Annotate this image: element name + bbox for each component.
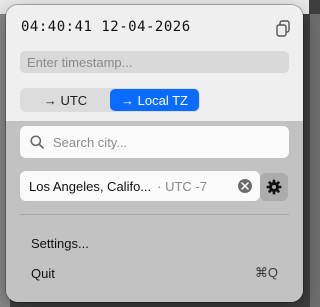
quit-menu-item[interactable]: Quit ⌘Q <box>20 262 289 284</box>
selected-city-field[interactable]: Los Angeles, Califo... · UTC -7 <box>20 171 260 201</box>
current-time-display: 04:40:41 12-04-2026 <box>21 19 191 35</box>
timestamp-input[interactable] <box>20 51 289 73</box>
settings-label: Settings... <box>31 235 89 251</box>
quit-label: Quit <box>31 265 55 281</box>
menu-header-section: 04:40:41 12-04-2026 → UTC → Local TZ <box>6 5 303 121</box>
city-utc-offset: · UTC -7 <box>157 178 207 194</box>
menu-divider <box>20 214 289 215</box>
mode-local-tz-button[interactable]: → Local TZ <box>110 89 199 111</box>
search-icon <box>30 135 44 149</box>
background-window-right <box>310 14 320 307</box>
city-settings-button[interactable] <box>260 173 288 201</box>
search-input[interactable] <box>51 133 285 151</box>
mode-utc-button[interactable]: → UTC <box>21 89 110 111</box>
copy-button[interactable] <box>274 19 292 39</box>
copy-icon <box>276 20 290 37</box>
quit-shortcut: ⌘Q <box>254 265 278 280</box>
conversion-mode-toggle: → UTC → Local TZ <box>20 88 200 112</box>
clear-city-button[interactable] <box>238 179 252 193</box>
clear-icon <box>241 182 249 190</box>
city-search-box[interactable] <box>20 126 289 158</box>
timezone-menu-popover: 04:40:41 12-04-2026 → UTC → Local TZ Los… <box>6 5 303 302</box>
settings-menu-item[interactable]: Settings... <box>20 232 289 254</box>
gear-icon <box>266 179 282 195</box>
city-name: Los Angeles, Califo... <box>29 178 152 194</box>
